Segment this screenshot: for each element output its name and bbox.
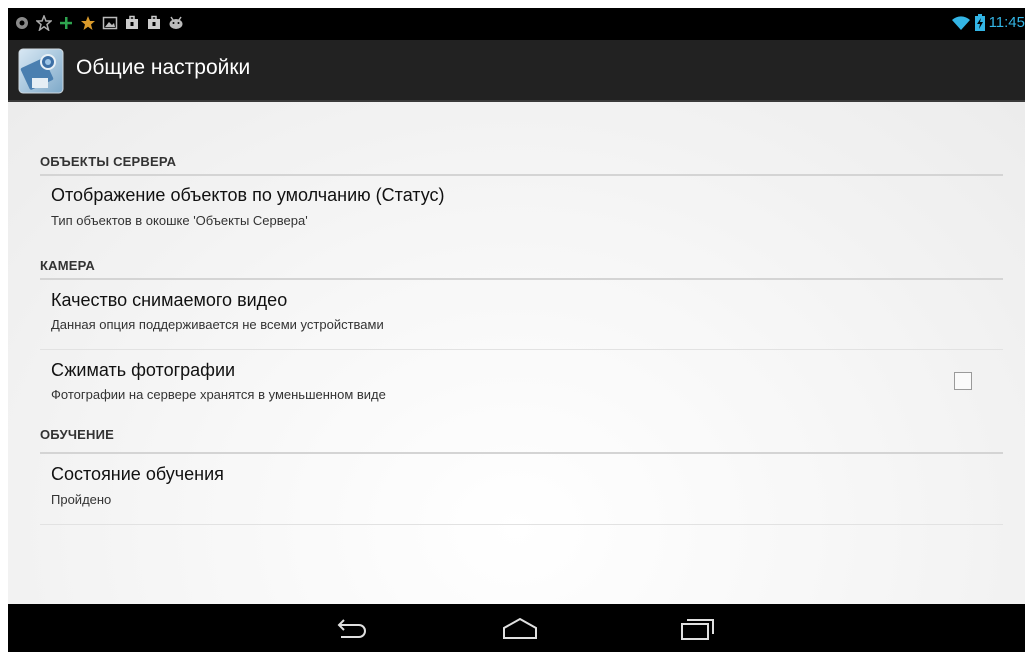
star-icon — [81, 16, 95, 30]
back-icon[interactable] — [331, 614, 371, 642]
settings-shield-icon — [16, 17, 28, 29]
recent-apps-icon[interactable] — [678, 614, 718, 642]
category-divider — [40, 278, 1003, 280]
pref-summary: Тип объектов в окошке 'Объекты Сервера' — [51, 213, 308, 228]
category-divider — [40, 452, 1003, 454]
pref-summary: Фотографии на сервере хранятся в уменьше… — [51, 387, 386, 402]
battery-charging-icon — [974, 14, 985, 31]
status-bar: 11:45 — [8, 8, 1025, 40]
category-header-server-objects: ОБЪЕКТЫ СЕРВЕРА — [40, 154, 177, 169]
pref-title: Сжимать фотографии — [51, 360, 236, 380]
notification-icons — [14, 15, 184, 31]
image-icon — [102, 16, 118, 30]
navigation-bar — [8, 604, 1025, 652]
clock: 11:45 — [988, 14, 1025, 31]
home-icon[interactable] — [500, 614, 540, 642]
android-icon — [169, 16, 183, 29]
plus-icon — [60, 17, 72, 29]
row-divider — [40, 524, 1003, 525]
compress-photos-checkbox[interactable] — [954, 372, 972, 390]
action-bar: Общие настройки — [8, 40, 1025, 102]
bag-icon — [126, 15, 138, 29]
row-divider — [40, 349, 1003, 350]
preferences-list: ОБЪЕКТЫ СЕРВЕРА Отображение объектов по … — [8, 102, 1025, 604]
page-title: Общие настройки — [76, 56, 251, 79]
pref-title: Состояние обучения — [51, 464, 224, 484]
category-divider — [40, 174, 1003, 176]
wifi-icon — [951, 15, 970, 30]
pref-title: Отображение объектов по умолчанию (Стату… — [51, 185, 445, 205]
category-header-camera: КАМЕРА — [40, 258, 95, 273]
system-status: 11:45 — [951, 14, 1025, 31]
pref-title: Качество снимаемого видео — [51, 290, 288, 310]
star-icon — [36, 15, 52, 31]
category-header-training: ОБУЧЕНИЕ — [40, 427, 115, 442]
pref-summary: Пройдено — [51, 492, 112, 507]
app-icon[interactable] — [18, 48, 64, 94]
bag-icon — [148, 15, 160, 29]
device-screen: 11:45 Общие настройки ОБЪЕКТЫ СЕРВЕРА От… — [8, 8, 1025, 652]
pref-summary: Данная опция поддерживается не всеми уст… — [51, 317, 384, 332]
